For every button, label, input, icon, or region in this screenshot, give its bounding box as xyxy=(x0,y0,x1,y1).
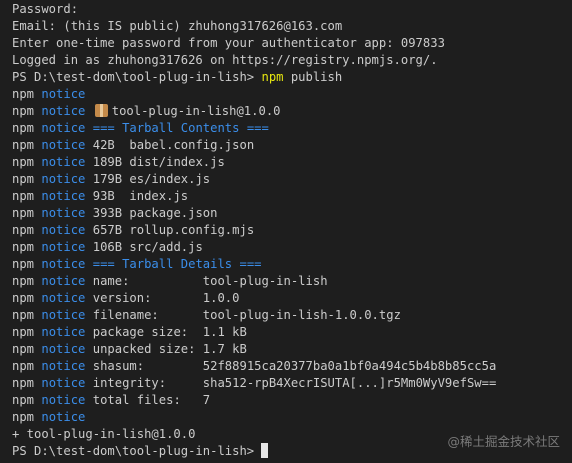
notice-label: notice xyxy=(41,87,86,101)
npm-label: npm xyxy=(12,172,35,186)
npm-label: npm xyxy=(12,121,35,135)
notice-line: npm notice total files: 7 xyxy=(12,392,572,409)
watermark: @稀土掘金技术社区 xyxy=(447,434,560,449)
notice-text: shasum: 52f88915ca20377ba0a1bf0a494c5b4b… xyxy=(92,359,497,373)
notice-label: notice xyxy=(41,138,86,152)
notice-line: npm notice 179B es/index.js xyxy=(12,171,572,188)
publish-prompt-line: PS D:\test-dom\tool-plug-in-lish> npm pu… xyxy=(12,69,572,86)
notice-text: unpacked size: 1.7 kB xyxy=(92,342,247,356)
notice-line: npm notice 93B index.js xyxy=(12,188,572,205)
notice-label: notice xyxy=(41,291,86,305)
notice-label: notice xyxy=(41,104,86,118)
notice-line: npm notice unpacked size: 1.7 kB xyxy=(12,341,572,358)
notice-label: notice xyxy=(41,172,86,186)
notice-label: notice xyxy=(41,223,86,237)
npm-label: npm xyxy=(12,274,35,288)
notice-text: name: tool-plug-in-lish xyxy=(92,274,328,288)
notice-text: tool-plug-in-lish@1.0.0 xyxy=(111,104,281,118)
notice-line: npm notice integrity: sha512-rpB4XecrISU… xyxy=(12,375,572,392)
notice-text: 106B src/add.js xyxy=(92,240,203,254)
notice-text: 93B index.js xyxy=(92,189,189,203)
notice-line: npm notice xyxy=(12,409,572,426)
notice-text: 189B dist/index.js xyxy=(92,155,225,169)
notice-line: npm notice shasum: 52f88915ca20377ba0a1b… xyxy=(12,358,572,375)
notice-text: 393B package.json xyxy=(92,206,218,220)
command-name: npm xyxy=(261,70,284,84)
npm-notice-list: npm notice npm notice tool-plug-in-lish@1… xyxy=(12,86,572,426)
terminal-output[interactable]: Password: Email: (this IS public) zhuhong… xyxy=(0,0,572,463)
npm-label: npm xyxy=(12,342,35,356)
npm-label: npm xyxy=(12,240,35,254)
notice-label: notice xyxy=(41,206,86,220)
notice-label: notice xyxy=(41,257,86,271)
notice-text: total files: 7 xyxy=(92,393,211,407)
notice-label: notice xyxy=(41,325,86,339)
npm-label: npm xyxy=(12,206,35,220)
npm-label: npm xyxy=(12,291,35,305)
npm-label: npm xyxy=(12,87,35,101)
notice-line: npm notice version: 1.0.0 xyxy=(12,290,572,307)
notice-label: notice xyxy=(41,410,86,424)
notice-line: npm notice tool-plug-in-lish@1.0.0 xyxy=(12,103,572,120)
notice-line: npm notice === Tarball Contents === xyxy=(12,120,572,137)
notice-label: notice xyxy=(41,274,86,288)
notice-line: npm notice xyxy=(12,86,572,103)
npm-label: npm xyxy=(12,189,35,203)
prompt-path: PS D:\test-dom\tool-plug-in-lish> xyxy=(12,444,262,458)
notice-text: integrity: sha512-rpB4XecrISUTA[...]r5Mm… xyxy=(92,376,497,390)
notice-text: package size: 1.1 kB xyxy=(92,325,247,339)
text-cursor xyxy=(261,443,269,458)
notice-line: npm notice 393B package.json xyxy=(12,205,572,222)
notice-label: notice xyxy=(41,189,86,203)
command-args: publish xyxy=(283,70,343,84)
package-icon xyxy=(94,104,108,117)
output-line: Logged in as zhuhong317626 on https://re… xyxy=(12,53,438,67)
npm-label: npm xyxy=(12,223,35,237)
notice-line: npm notice 657B rollup.config.mjs xyxy=(12,222,572,239)
notice-label: notice xyxy=(41,342,86,356)
notice-text: 179B es/index.js xyxy=(92,172,211,186)
notice-text: version: 1.0.0 xyxy=(92,291,240,305)
notice-line: npm notice name: tool-plug-in-lish xyxy=(12,273,572,290)
npm-label: npm xyxy=(12,359,35,373)
npm-label: npm xyxy=(12,410,35,424)
npm-label: npm xyxy=(12,104,35,118)
section-header: === Tarball Contents === xyxy=(92,121,269,135)
npm-label: npm xyxy=(12,138,35,152)
login-output: Password: Email: (this IS public) zhuhong… xyxy=(12,1,572,69)
notice-text: filename: tool-plug-in-lish-1.0.0.tgz xyxy=(92,308,401,322)
output-line: Email: (this IS public) zhuhong317626@16… xyxy=(12,19,343,33)
npm-label: npm xyxy=(12,257,35,271)
notice-line: npm notice === Tarball Details === xyxy=(12,256,572,273)
notice-label: notice xyxy=(41,359,86,373)
notice-line: npm notice 189B dist/index.js xyxy=(12,154,572,171)
notice-label: notice xyxy=(41,376,86,390)
notice-text: 657B rollup.config.mjs xyxy=(92,223,255,237)
output-line: Password: xyxy=(12,2,79,16)
notice-label: notice xyxy=(41,155,86,169)
notice-line: npm notice package size: 1.1 kB xyxy=(12,324,572,341)
notice-line: npm notice 106B src/add.js xyxy=(12,239,572,256)
notice-text: 42B babel.config.json xyxy=(92,138,255,152)
npm-label: npm xyxy=(12,376,35,390)
notice-line: npm notice filename: tool-plug-in-lish-1… xyxy=(12,307,572,324)
output-line: Enter one-time password from your authen… xyxy=(12,36,445,50)
npm-label: npm xyxy=(12,155,35,169)
notice-line: npm notice 42B babel.config.json xyxy=(12,137,572,154)
notice-label: notice xyxy=(41,308,86,322)
npm-label: npm xyxy=(12,308,35,322)
prompt-path: PS D:\test-dom\tool-plug-in-lish> xyxy=(12,70,262,84)
npm-label: npm xyxy=(12,393,35,407)
notice-label: notice xyxy=(41,121,86,135)
section-header: === Tarball Details === xyxy=(92,257,262,271)
notice-label: notice xyxy=(41,240,86,254)
notice-label: notice xyxy=(41,393,86,407)
npm-label: npm xyxy=(12,325,35,339)
